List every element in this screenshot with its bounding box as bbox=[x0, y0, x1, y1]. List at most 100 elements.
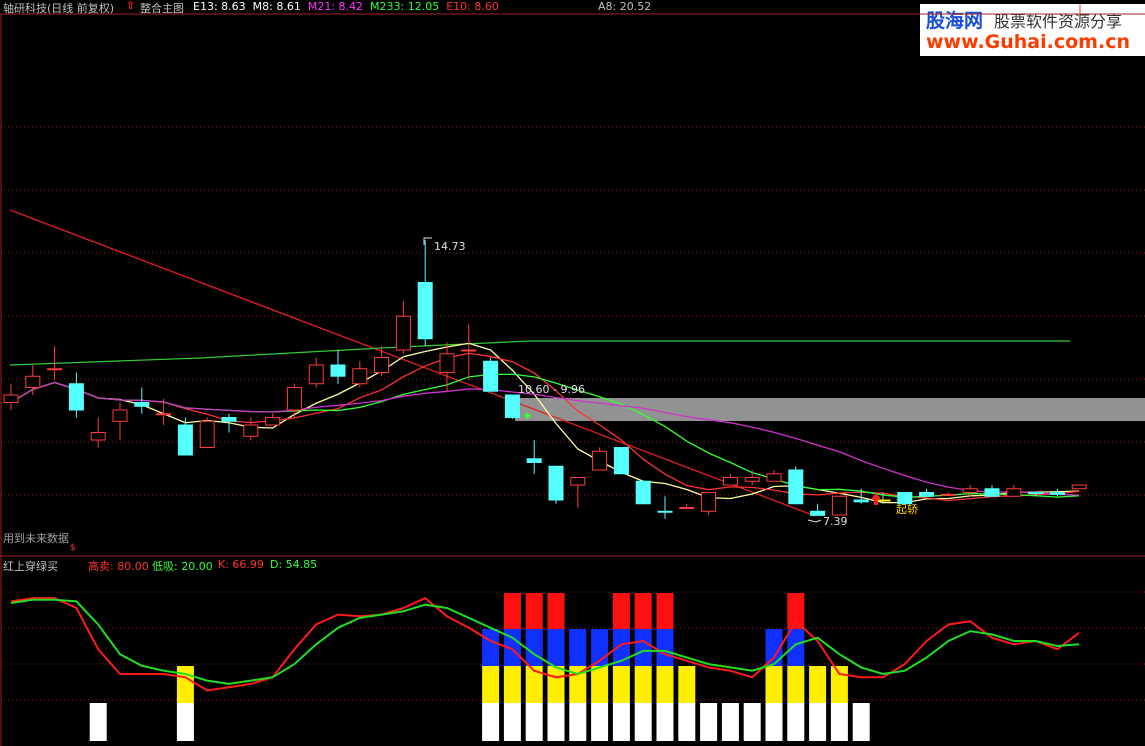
signal-label: 起轿 bbox=[896, 503, 918, 516]
candle-body-11 bbox=[243, 424, 259, 437]
candle-8 bbox=[177, 417, 193, 456]
signal-bar-white-4 bbox=[525, 703, 543, 741]
candle-45 bbox=[984, 485, 1000, 497]
candle-25 bbox=[548, 465, 564, 504]
candle-body-34 bbox=[744, 477, 760, 482]
sub-chart-name: 红上穿绿买 bbox=[3, 560, 58, 573]
candle-15 bbox=[330, 350, 346, 384]
candle-body-36 bbox=[788, 469, 804, 505]
resistance-band bbox=[515, 398, 1145, 421]
candle-22 bbox=[483, 357, 499, 392]
signal-bar-white-12 bbox=[700, 703, 718, 741]
candle-34 bbox=[744, 470, 760, 485]
candle-body-45 bbox=[984, 488, 1000, 497]
candle-body-32 bbox=[701, 492, 717, 512]
candle-49 bbox=[1071, 484, 1087, 490]
high-price-label: 14.73 bbox=[434, 240, 466, 253]
candle-31 bbox=[679, 503, 695, 509]
candle-38 bbox=[831, 495, 847, 516]
candle-42 bbox=[919, 488, 935, 497]
k-line bbox=[10, 596, 1080, 692]
signal-bar-red-6 bbox=[787, 593, 805, 629]
signal-bar-yellow-1 bbox=[482, 666, 500, 703]
signal-bar-white-9 bbox=[634, 703, 652, 741]
signal-bar-white-5 bbox=[547, 703, 565, 741]
signal-bar-white-15 bbox=[765, 703, 783, 741]
candle-body-10 bbox=[221, 417, 237, 422]
signal-bar-yellow-10 bbox=[678, 666, 696, 703]
candle-27 bbox=[592, 447, 608, 471]
candle-19 bbox=[417, 240, 433, 347]
candle-body-28 bbox=[613, 447, 629, 475]
candlestick-chart[interactable]: ◆ bbox=[0, 0, 1145, 746]
signal-bar-yellow-7 bbox=[612, 666, 630, 703]
candle-body-5 bbox=[112, 409, 128, 422]
candle-body-17 bbox=[374, 357, 390, 373]
candle-body-38 bbox=[831, 495, 847, 516]
signal-bar-white-0 bbox=[89, 703, 107, 741]
candle-body-29 bbox=[635, 480, 651, 505]
candle-14 bbox=[308, 357, 324, 388]
signal-bar-white-7 bbox=[591, 703, 609, 741]
candle-46 bbox=[1006, 485, 1022, 497]
signal-bar-blue-10 bbox=[787, 629, 805, 666]
signal-bar-blue-2 bbox=[525, 629, 543, 666]
candle-body-30 bbox=[657, 510, 673, 513]
candle-body-6 bbox=[134, 402, 150, 407]
ma233-line bbox=[9, 340, 1070, 366]
candle-body-8 bbox=[177, 424, 193, 456]
low-buy-value: 低吸: 20.00 bbox=[152, 560, 213, 573]
candle-1 bbox=[25, 365, 41, 395]
low-price-label: 7.39 bbox=[823, 515, 848, 528]
ma8-line bbox=[10, 352, 1080, 502]
candle-16 bbox=[352, 361, 368, 388]
candle-body-24 bbox=[526, 458, 542, 463]
candle-24 bbox=[526, 440, 542, 474]
candle-body-20 bbox=[439, 353, 455, 373]
trend-line bbox=[9, 209, 816, 517]
signal-bar-yellow-8 bbox=[634, 666, 652, 703]
candle-37 bbox=[810, 503, 826, 516]
signal-bar-yellow-11 bbox=[765, 666, 783, 703]
candle-body-21 bbox=[461, 349, 477, 352]
signal-bar-red-1 bbox=[525, 593, 543, 629]
candle-body-18 bbox=[395, 315, 411, 351]
candle-body-35 bbox=[766, 473, 782, 482]
candle-body-44 bbox=[962, 488, 978, 493]
candle-33 bbox=[722, 473, 738, 486]
candle-body-3 bbox=[68, 383, 84, 411]
candle-body-19 bbox=[417, 282, 433, 340]
signal-dot-icon: ◆ bbox=[524, 411, 531, 421]
signal-bar-white-2 bbox=[482, 703, 500, 741]
candle-body-26 bbox=[570, 477, 586, 486]
signal-bar-white-17 bbox=[809, 703, 827, 741]
candle-body-14 bbox=[308, 364, 324, 385]
candle-body-13 bbox=[286, 387, 302, 411]
future-data-note: 用到未来数据 bbox=[3, 532, 69, 545]
candle-17 bbox=[374, 346, 390, 377]
signal-bar-blue-7 bbox=[634, 629, 652, 666]
candle-body-15 bbox=[330, 364, 346, 377]
signal-bar-blue-3 bbox=[547, 629, 565, 666]
candle-body-23 bbox=[504, 394, 520, 418]
candle-body-22 bbox=[483, 360, 499, 392]
candle-body-7 bbox=[156, 413, 172, 416]
signal-bar-white-10 bbox=[656, 703, 674, 741]
signal-bar-white-14 bbox=[743, 703, 761, 741]
candle-11 bbox=[243, 417, 259, 440]
ma-short-line bbox=[10, 342, 1080, 504]
signal-bar-yellow-14 bbox=[830, 666, 848, 703]
candle-35 bbox=[766, 470, 782, 482]
signal-bar-yellow-4 bbox=[547, 666, 565, 703]
signal-bar-yellow-13 bbox=[809, 666, 827, 703]
dollar-mark: $ bbox=[70, 543, 76, 553]
signal-bar-yellow-9 bbox=[656, 666, 674, 703]
candle-4 bbox=[90, 417, 106, 448]
high-sell-value: 高卖: 80.00 bbox=[88, 560, 149, 573]
candle-21 bbox=[461, 323, 477, 380]
candle-body-39 bbox=[853, 499, 869, 503]
candle-body-47 bbox=[1028, 492, 1044, 494]
candle-20 bbox=[439, 342, 455, 392]
candle-12 bbox=[265, 413, 281, 426]
candle-body-27 bbox=[592, 450, 608, 471]
